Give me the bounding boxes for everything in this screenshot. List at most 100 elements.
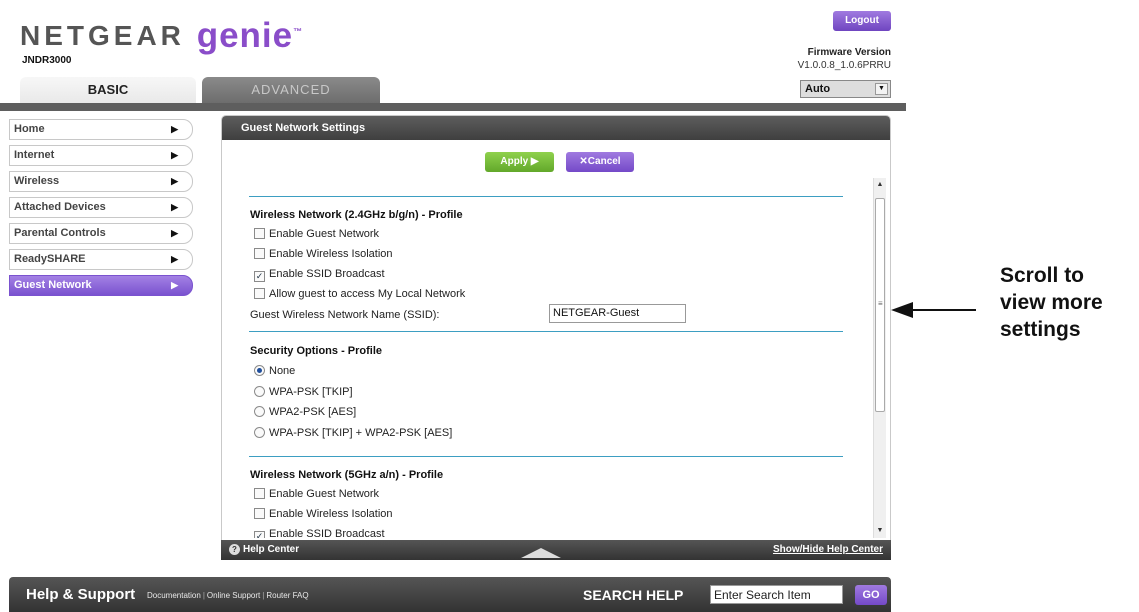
radio-label: WPA2-PSK [AES] [269, 406, 357, 418]
section-divider [249, 456, 843, 457]
enable-isolation-24-checkbox[interactable] [254, 248, 265, 259]
close-icon: ✕ [579, 156, 588, 167]
scroll-up-arrow-icon[interactable]: ▲ [874, 178, 886, 192]
cancel-label: Cancel [587, 156, 621, 167]
router-faq-link[interactable]: Router FAQ [266, 591, 308, 600]
grip-icon: ≡ [878, 299, 883, 308]
sidebar-menu: Home ▶ Internet ▶ Wireless ▶ Attached Devic… [9, 119, 193, 301]
allow-local-access-checkbox[interactable] [254, 288, 265, 299]
sidebar-item-guest-network[interactable]: Guest Network ▶ [9, 275, 193, 296]
ssid-label: Guest Wireless Network Name (SSID): [250, 309, 440, 321]
tab-basic[interactable]: BASIC [20, 77, 196, 103]
chevron-right-icon: ▶ [171, 228, 178, 238]
enable-ssid-broadcast-5-checkbox[interactable]: ✓ [254, 531, 265, 538]
callout-arrow-line [906, 309, 976, 311]
scroll-callout: Scroll to view more settings [1000, 262, 1103, 343]
enable-isolation-5-row[interactable]: Enable Wireless Isolation [254, 507, 393, 521]
chevron-right-icon: ▶ [171, 150, 178, 160]
checkbox-label: Enable Wireless Isolation [269, 248, 393, 260]
radio-button[interactable] [254, 406, 265, 417]
section-divider [249, 331, 843, 332]
firmware-label: Firmware Version [807, 47, 891, 58]
checkbox-label: Enable Guest Network [269, 228, 380, 240]
radio-label: WPA-PSK [TKIP] + WPA2-PSK [AES] [269, 427, 453, 439]
brand-name: NETGEAR [20, 20, 185, 51]
ssid-input[interactable]: NETGEAR-Guest [549, 304, 686, 323]
help-center-link[interactable]: ? Help Center [229, 540, 299, 560]
sidebar-item-label: Wireless [14, 175, 60, 187]
chevron-right-icon: ▶ [171, 176, 178, 186]
search-help-label: SEARCH HELP [583, 587, 684, 603]
section-title-5ghz: Wireless Network (5GHz a/n) - Profile [250, 469, 444, 481]
checkbox-label: Enable SSID Broadcast [269, 268, 385, 280]
panel-title: Guest Network Settings [222, 116, 890, 140]
language-select[interactable]: Auto ▼ [800, 80, 891, 98]
enable-ssid-broadcast-5-row[interactable]: ✓ Enable SSID Broadcast [254, 527, 385, 538]
radio-label: WPA-PSK [TKIP] [269, 386, 353, 398]
chevron-right-icon: ▶ [171, 254, 178, 264]
enable-ssid-broadcast-24-row[interactable]: ✓ Enable SSID Broadcast [254, 267, 385, 282]
radio-button[interactable] [254, 427, 265, 438]
sidebar-item-attached-devices[interactable]: Attached Devices ▶ [9, 197, 193, 218]
checkbox-label: Enable SSID Broadcast [269, 528, 385, 538]
documentation-link[interactable]: Documentation [147, 591, 201, 600]
cancel-button[interactable]: ✕Cancel [566, 152, 634, 172]
search-input[interactable]: Enter Search Item [710, 585, 843, 604]
scrollbar-thumb[interactable]: ≡ [875, 198, 885, 412]
callout-line: view more [1000, 291, 1103, 314]
online-support-link[interactable]: Online Support [207, 591, 260, 600]
callout-line: Scroll to [1000, 264, 1085, 287]
brand-suffix: genie [196, 16, 294, 55]
enable-isolation-24-row[interactable]: Enable Wireless Isolation [254, 247, 393, 261]
footer-links: Documentation | Online Support | Router FAQ [147, 591, 309, 600]
security-option-wpa-tkip[interactable]: WPA-PSK [TKIP] [254, 385, 353, 399]
chevron-right-icon: ▶ [171, 202, 178, 212]
show-hide-help-link[interactable]: Show/Hide Help Center [773, 540, 883, 560]
chevron-right-icon: ▶ [171, 280, 178, 290]
sidebar-item-label: Internet [14, 149, 55, 161]
security-option-wpa2-aes[interactable]: WPA2-PSK [AES] [254, 405, 356, 419]
enable-isolation-5-checkbox[interactable] [254, 508, 265, 519]
help-center-bar: ? Help Center Show/Hide Help Center [221, 540, 891, 560]
sidebar-item-label: ReadySHARE [14, 253, 86, 265]
vertical-scrollbar[interactable]: ▲ ≡ ▼ [873, 178, 886, 538]
language-value: Auto [805, 83, 831, 95]
sidebar-item-wireless[interactable]: Wireless ▶ [9, 171, 193, 192]
checkbox-label: Allow guest to access My Local Network [269, 288, 466, 300]
radio-button[interactable] [254, 365, 265, 376]
radio-button[interactable] [254, 386, 265, 397]
sidebar-item-internet[interactable]: Internet ▶ [9, 145, 193, 166]
enable-guest-network-24-row[interactable]: Enable Guest Network [254, 227, 379, 241]
logout-button[interactable]: Logout [833, 11, 891, 31]
enable-guest-network-24-checkbox[interactable] [254, 228, 265, 239]
enable-guest-network-5-row[interactable]: Enable Guest Network [254, 487, 379, 501]
sidebar-item-label: Attached Devices [14, 201, 106, 213]
go-button[interactable]: GO [855, 585, 887, 605]
sidebar-item-parental-controls[interactable]: Parental Controls ▶ [9, 223, 193, 244]
checkbox-label: Enable Guest Network [269, 488, 380, 500]
security-options-title: Security Options - Profile [250, 345, 383, 357]
section-divider [249, 196, 843, 197]
chevron-down-icon[interactable]: ▼ [875, 83, 888, 95]
radio-label: None [269, 365, 296, 377]
callout-line: settings [1000, 318, 1081, 341]
enable-guest-network-5-checkbox[interactable] [254, 488, 265, 499]
expand-triangle-icon[interactable] [521, 548, 561, 558]
scroll-down-arrow-icon[interactable]: ▼ [874, 524, 886, 538]
enable-ssid-broadcast-24-checkbox[interactable]: ✓ [254, 271, 265, 282]
model-name: JNDR3000 [22, 55, 72, 66]
section-title-24ghz: Wireless Network (2.4GHz b/g/n) - Profil… [250, 209, 463, 221]
security-option-none[interactable]: None [254, 364, 295, 378]
tab-advanced[interactable]: ADVANCED [202, 77, 380, 103]
apply-button[interactable]: Apply ▶ [485, 152, 554, 172]
allow-local-access-row[interactable]: Allow guest to access My Local Network [254, 287, 465, 301]
settings-panel: Guest Network Settings Apply ▶ ✕Cancel W… [221, 115, 891, 560]
sidebar-item-readyshare[interactable]: ReadySHARE ▶ [9, 249, 193, 270]
settings-scroll-area[interactable]: Wireless Network (2.4GHz b/g/n) - Profil… [222, 178, 872, 538]
sidebar-item-home[interactable]: Home ▶ [9, 119, 193, 140]
help-support-title: Help & Support [26, 586, 136, 603]
sidebar-item-label: Guest Network [14, 279, 92, 291]
tab-underline-bar [0, 103, 906, 111]
question-icon: ? [229, 544, 240, 555]
security-option-mixed[interactable]: WPA-PSK [TKIP] + WPA2-PSK [AES] [254, 426, 452, 440]
